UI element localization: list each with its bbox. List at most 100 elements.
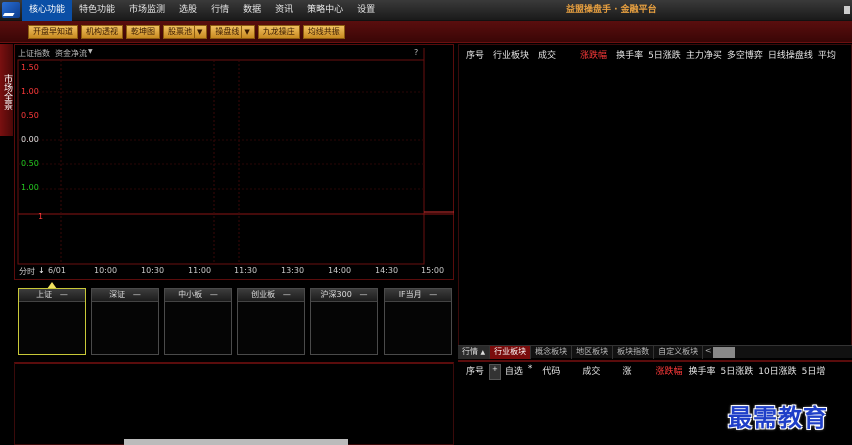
scroll-left-icon[interactable]: < [703, 346, 713, 358]
col-header-turnover[interactable]: 换手率 [616, 48, 643, 64]
toolbar-button-ma-resonance[interactable]: 均线共振 [302, 25, 345, 39]
button-label: 均线共振 [307, 27, 340, 36]
index-value: — [59, 290, 68, 299]
x-axis-label: 14:00 [328, 266, 352, 275]
sector-tab-strip: 行情 ▲ 行业板块 概念板块 地区板块 板块指数 自定义板块 < [458, 345, 852, 359]
y-axis-label: 0.50 [21, 159, 39, 168]
col-header-industry[interactable]: 行业板块 [493, 48, 529, 64]
index-box-header: 上证 — [19, 289, 85, 302]
sector-table-header: 序号 行业板块 成交 涨跌幅 换手率 5日涨跌 主力净买 多空博弈 日线操盘线 … [466, 48, 845, 64]
tab-sector-index[interactable]: 板块指数 [613, 346, 655, 359]
chevron-down-icon[interactable]: ▼ [241, 26, 250, 38]
col-header-turnover[interactable]: 换手率 [688, 364, 715, 380]
index-box-if-current[interactable]: IF当月 — [384, 288, 452, 355]
add-icon[interactable]: + [489, 364, 501, 380]
col-header-main-net-buy[interactable]: 主力净买 [686, 48, 722, 64]
index-name: 上证 [36, 290, 53, 299]
index-name: IF当月 [398, 290, 422, 299]
toolbar-button-jiulong[interactable]: 九龙操庄 [257, 25, 300, 39]
col-header-change-pct[interactable]: 涨跌幅 [580, 48, 607, 64]
col-header-watchlist[interactable]: 自选 [505, 364, 523, 380]
col-header-long-short[interactable]: 多空博弈 [727, 48, 763, 64]
col-header-code[interactable]: 代码 [542, 364, 560, 380]
col-header-index[interactable]: 序号 [466, 364, 484, 380]
horizontal-scrollbar[interactable] [124, 439, 348, 445]
help-icon[interactable]: ? [414, 48, 418, 57]
toolbar-button-stock-pool[interactable]: 股票池 ▼ [163, 25, 208, 39]
index-box-shenzhen[interactable]: 深证 — [91, 288, 159, 355]
index-value: — [429, 290, 438, 299]
tab-region-sector[interactable]: 地区板块 [572, 346, 614, 359]
menu-item-monitor[interactable]: 市场监测 [122, 0, 172, 21]
button-label: 乾坤图 [131, 27, 155, 36]
chart-index-name[interactable]: 上证指数 [18, 48, 50, 60]
toolbar-button-trade-line[interactable]: 操盘线 ▼ [210, 25, 255, 39]
col-header-5d-increase[interactable]: 5日增 [802, 364, 826, 380]
chevron-down-icon[interactable]: ▼ [194, 26, 202, 38]
index-box-sme[interactable]: 中小板 — [164, 288, 232, 355]
toolbar-button-institution[interactable]: 机构透视 [81, 25, 123, 39]
period-selector[interactable]: 分时 [19, 266, 35, 277]
menu-item-settings[interactable]: 设置 [350, 0, 382, 21]
arrow-down-icon[interactable]: ↓ [38, 266, 45, 275]
index-box-header: 创业板 — [238, 289, 304, 302]
col-header-rise[interactable]: 涨 [622, 364, 631, 380]
side-tab-market-overview[interactable]: 市场全景 [0, 44, 13, 136]
chevron-down-icon[interactable]: ▼ [88, 48, 93, 60]
chevron-up-icon: ▲ [480, 349, 486, 356]
col-header-change-pct[interactable]: 涨跌幅 [655, 364, 682, 380]
index-box-shanghai[interactable]: 上证 — [18, 288, 86, 355]
y-axis-label: 1.00 [21, 183, 39, 192]
index-box-header: 沪深300 — [311, 289, 377, 302]
col-header-10d-change[interactable]: 10日涨跌 [758, 364, 796, 380]
window-control-icon[interactable] [844, 6, 850, 14]
menu-item-quotes[interactable]: 行情 [204, 0, 236, 21]
app-title: 益盟操盘手 · 金融平台 [566, 5, 657, 15]
index-name: 深证 [109, 290, 126, 299]
menu-item-stock-pick[interactable]: 选股 [172, 0, 204, 21]
x-axis-label: 14:30 [375, 266, 399, 275]
y-axis-label: 0.50 [21, 111, 39, 120]
watermark-text: 最需教育 [728, 403, 828, 432]
main-menu: 核心功能 特色功能 市场监测 选股 行情 数据 资讯 策略中心 设置 [22, 0, 382, 21]
tab-quotes[interactable]: 行情 ▲ [458, 346, 491, 359]
menu-item-features[interactable]: 特色功能 [72, 0, 122, 21]
chart-indicator-select[interactable]: 资金净流 [55, 48, 87, 60]
x-axis-label: 10:00 [94, 266, 118, 275]
index-box-chinext[interactable]: 创业板 — [237, 288, 305, 355]
col-header-volume[interactable]: 成交 [538, 48, 556, 64]
index-name: 中小板 [178, 290, 203, 299]
menu-item-strategy[interactable]: 策略中心 [300, 0, 350, 21]
y-axis-label: 0.00 [21, 135, 39, 144]
button-label: 操盘线 [215, 27, 240, 36]
index-box-csi300[interactable]: 沪深300 — [310, 288, 378, 355]
tab-scrollbar-thumb[interactable] [713, 347, 736, 358]
bottom-left-panel [14, 362, 454, 445]
x-axis-label: 15:00 [421, 266, 445, 275]
index-value: — [209, 290, 218, 299]
col-header-index[interactable]: 序号 [466, 48, 484, 64]
button-label: 九龙操庄 [262, 27, 295, 36]
app-logo-icon [2, 2, 20, 18]
col-header-5d-change[interactable]: 5日涨跌 [648, 48, 681, 64]
toolbar-button-qiankun-chart[interactable]: 乾坤图 [126, 25, 160, 39]
tab-industry-sector[interactable]: 行业板块 [490, 346, 532, 359]
chart-header: 上证指数 资金净流 ▼ ? [18, 48, 418, 60]
y-axis-label: 1 [38, 212, 44, 221]
col-header-5d-change[interactable]: 5日涨跌 [720, 364, 753, 380]
toolbar-button-morning-brief[interactable]: 开盘早知道 [28, 25, 78, 39]
menu-item-data[interactable]: 数据 [236, 0, 268, 21]
tab-concept-sector[interactable]: 概念板块 [531, 346, 573, 359]
x-axis-label: 13:30 [281, 266, 305, 275]
menu-item-core[interactable]: 核心功能 [22, 0, 73, 21]
index-box-header: 深证 — [92, 289, 158, 302]
col-header-average[interactable]: 平均 [818, 48, 836, 64]
x-axis-label: 10:30 [141, 266, 165, 275]
menu-item-news[interactable]: 资讯 [268, 0, 300, 21]
star-icon[interactable]: * [528, 364, 533, 380]
y-axis-label: 1.00 [21, 87, 39, 96]
tab-custom-sector[interactable]: 自定义板块 [654, 346, 704, 359]
col-header-daily-line[interactable]: 日线操盘线 [768, 48, 813, 64]
col-header-volume[interactable]: 成交 [582, 364, 600, 380]
index-value: — [132, 290, 141, 299]
